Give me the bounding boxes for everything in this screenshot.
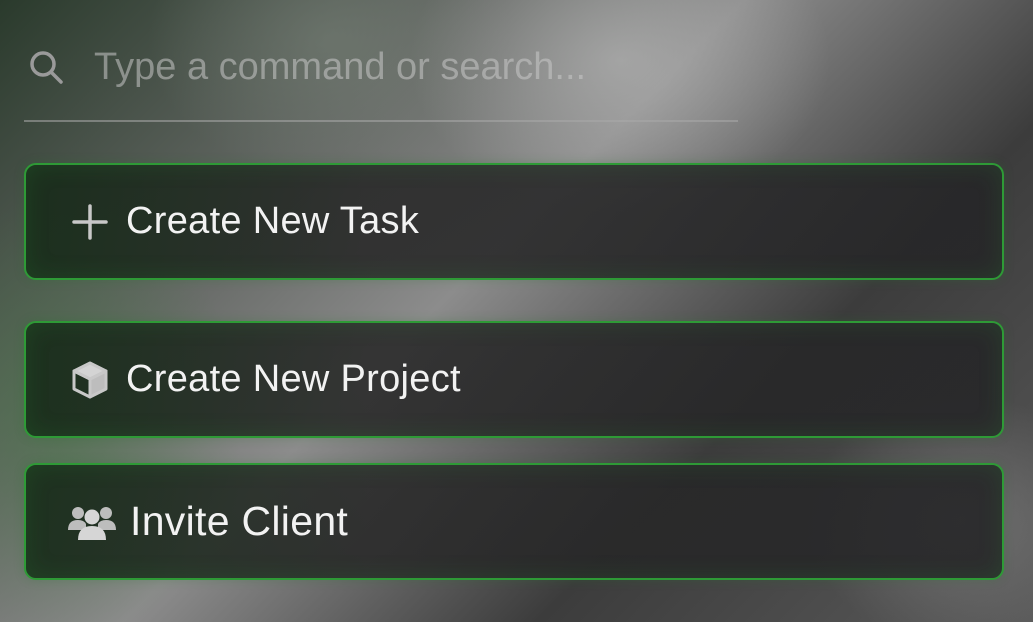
- search-bar: [24, 30, 738, 122]
- search-input[interactable]: [92, 44, 696, 90]
- search-icon: [24, 45, 68, 89]
- users-icon: [66, 502, 118, 542]
- plus-icon: [70, 202, 110, 242]
- create-new-task-button[interactable]: Create New Task: [24, 163, 1004, 280]
- command-palette: Create New Task Create New Project Invit: [0, 0, 1033, 622]
- cube-icon: [70, 360, 110, 400]
- create-new-project-button[interactable]: Create New Project: [24, 321, 1004, 438]
- invite-client-button[interactable]: Invite Client: [24, 463, 1004, 580]
- invite-client-label: Invite Client: [130, 498, 349, 544]
- create-new-task-label: Create New Task: [126, 200, 420, 242]
- create-new-project-label: Create New Project: [126, 358, 461, 400]
